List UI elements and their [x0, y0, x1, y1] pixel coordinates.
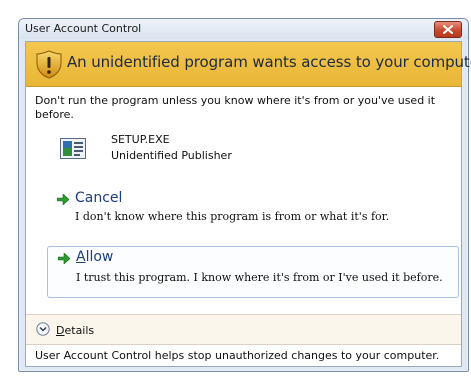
allow-button[interactable]: Allow I trust this program. I know where…: [47, 246, 459, 298]
footer-info-text: User Account Control helps stop unauthor…: [35, 349, 440, 362]
cancel-button[interactable]: Cancel I don't know where this program i…: [47, 188, 459, 234]
window-title: User Account Control: [25, 22, 142, 35]
warning-banner: An unidentified program wants access to …: [26, 42, 471, 87]
uac-dialog: User Account Control An unidentified pro…: [18, 18, 471, 372]
shield-warning-icon: [36, 50, 62, 79]
program-name: SETUP.EXE: [111, 133, 170, 146]
chevron-down-circle-icon[interactable]: [36, 322, 50, 336]
dialog-content: An unidentified program wants access to …: [25, 41, 471, 367]
program-icon: [60, 138, 86, 159]
details-toggle[interactable]: Details: [56, 324, 94, 337]
close-button[interactable]: [434, 21, 462, 38]
details-label-rest: etails: [64, 324, 95, 337]
warning-text: Don't run the program unless you know wh…: [35, 94, 436, 121]
allow-description: I trust this program. I know where it's …: [76, 271, 443, 284]
close-icon: [443, 25, 453, 34]
details-bar: Details: [26, 314, 461, 345]
banner-message: An unidentified program wants access to …: [67, 53, 471, 71]
allow-title-rest: llow: [85, 249, 114, 265]
cancel-title: Cancel: [75, 190, 123, 206]
title-bar: User Account Control: [19, 19, 468, 39]
program-publisher: Unidentified Publisher: [111, 149, 232, 162]
green-arrow-icon: [58, 253, 70, 264]
cancel-description: I don't know where this program is from …: [75, 210, 390, 223]
green-arrow-icon: [57, 194, 69, 205]
allow-title: Allow: [76, 249, 113, 265]
allow-accelerator: A: [76, 249, 86, 265]
